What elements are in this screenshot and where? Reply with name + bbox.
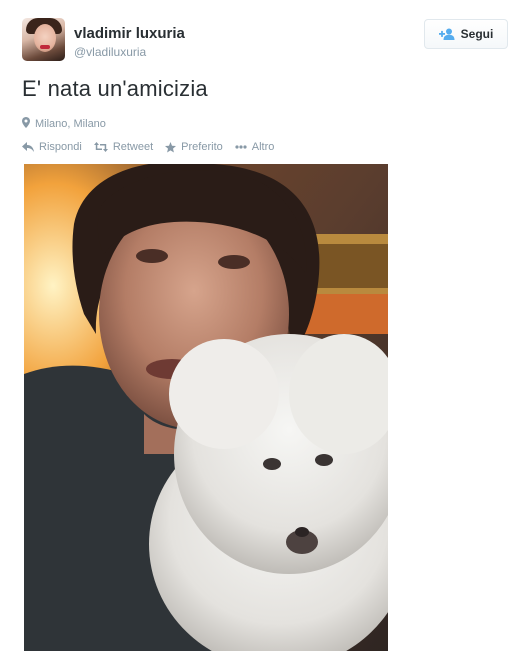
follow-button-label: Segui <box>460 27 494 41</box>
avatar[interactable] <box>22 18 65 61</box>
tweet-text: E' nata un'amicizia <box>22 76 208 101</box>
reply-button[interactable]: Rispondi <box>22 141 82 153</box>
star-icon <box>165 141 177 153</box>
retweet-icon <box>93 142 108 152</box>
retweet-button[interactable]: Retweet <box>93 141 154 153</box>
more-icon <box>235 145 247 149</box>
user-display-name[interactable]: vladimir luxuria <box>74 25 185 42</box>
follow-button[interactable]: Segui <box>424 19 508 49</box>
retweet-label: Retweet <box>112 141 154 153</box>
tweet-location[interactable]: Milano, Milano <box>22 117 106 131</box>
photo-illustration <box>24 164 388 651</box>
favorite-label: Preferito <box>181 141 223 153</box>
add-user-icon <box>438 28 455 40</box>
reply-icon <box>22 142 34 152</box>
user-screen-name[interactable]: @vladiluxuria <box>74 45 146 59</box>
reply-label: Rispondi <box>39 141 82 153</box>
tweet-photo[interactable] <box>24 164 388 651</box>
location-label: Milano, Milano <box>35 118 106 130</box>
more-button[interactable]: Altro <box>235 141 275 153</box>
location-pin-icon <box>22 117 30 131</box>
tweet-actions: Rispondi Retweet Preferito Altro <box>22 141 286 153</box>
avatar-lips <box>40 45 50 49</box>
favorite-button[interactable]: Preferito <box>165 141 223 153</box>
more-label: Altro <box>251 141 275 153</box>
